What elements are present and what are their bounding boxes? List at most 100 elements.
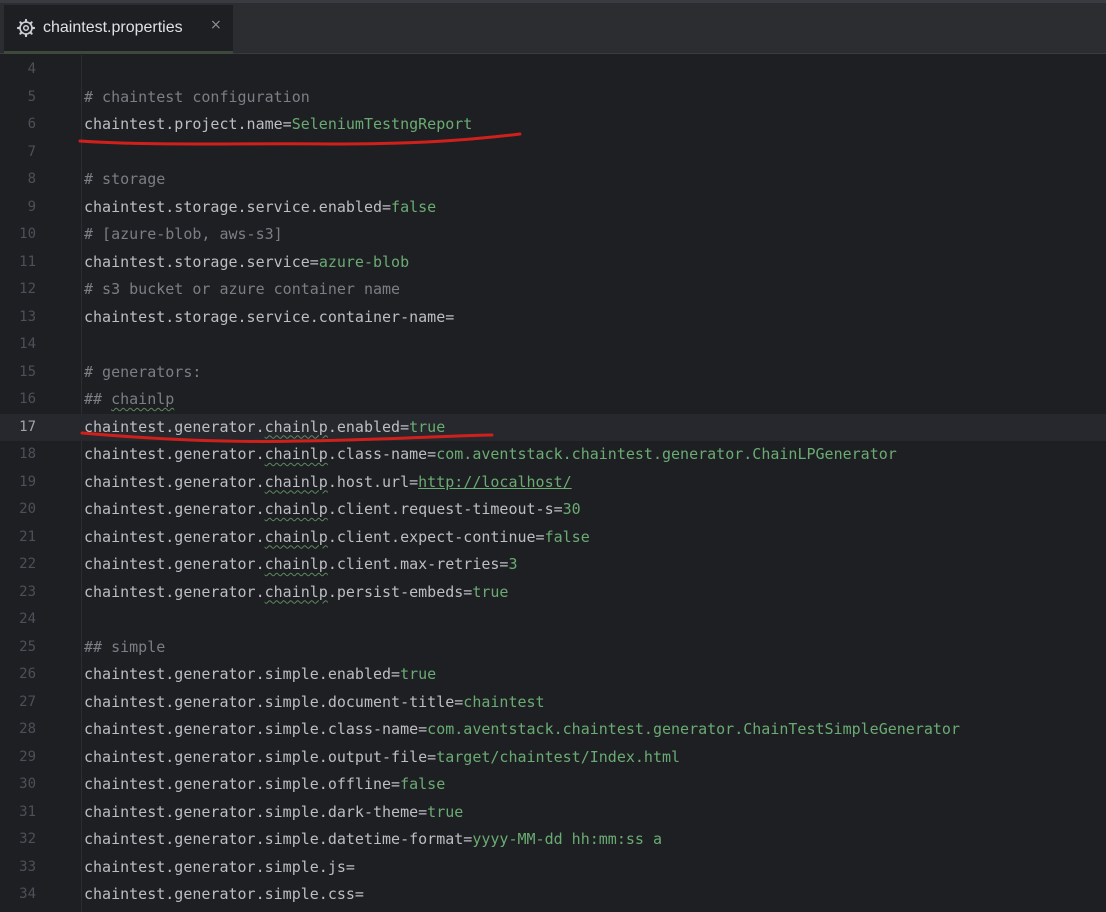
code-text: chaintest.generator.simple.enabled=true — [84, 661, 436, 689]
property-value: true — [472, 582, 509, 601]
code-line[interactable]: 6 chaintest.project.name=SeleniumTestngRe… — [0, 111, 1106, 139]
code-line[interactable]: 26 chaintest.generator.simple.enabled=tru… — [0, 661, 1106, 689]
comment-text: # s3 bucket or azure container name — [84, 280, 401, 298]
line-number: 29 — [19, 748, 36, 765]
comment-text: ## — [84, 390, 112, 408]
code-editor[interactable]: 4 5 # chaintest configuration 6 chaintest.pr… — [0, 55, 1106, 912]
property-key: chaintest.generator.simple.class-name= — [84, 720, 428, 738]
line-number: 18 — [19, 446, 36, 462]
property-key: chaintest.storage.service= — [84, 252, 319, 271]
code-line[interactable]: 14 — [0, 331, 1106, 359]
property-key: chaintest.storage.service.container-name… — [84, 307, 455, 326]
line-number: 15 — [19, 363, 36, 380]
line-number: 14 — [19, 336, 36, 352]
property-key: .client.request-timeout-s= — [327, 500, 563, 518]
property-key: chaintest.generator.simple.dark-theme= — [84, 802, 428, 821]
code-line[interactable]: 10 # [azure-blob, aws-s3] — [0, 221, 1106, 249]
property-value: azure-blob — [318, 252, 410, 271]
code-line[interactable]: 5 # chaintest configuration — [0, 84, 1106, 112]
property-key: .enabled= — [327, 417, 410, 436]
line-number: 12 — [19, 281, 36, 297]
property-value: SeleniumTestngReport — [291, 115, 473, 133]
editor-tab-bar: chaintest.properties × — [0, 3, 1106, 54]
line-number: 25 — [19, 638, 36, 655]
code-line[interactable]: 21 chaintest.generator.chainlp.client.exp… — [0, 524, 1106, 552]
code-text: # s3 bucket or azure container name — [84, 276, 400, 304]
property-key: chaintest.generator. — [84, 527, 265, 546]
line-number: 30 — [19, 776, 36, 792]
property-key: chaintest.generator.simple.enabled= — [84, 665, 401, 683]
code-line[interactable]: 16 ## chainlp — [0, 386, 1106, 414]
property-key: chaintest.generator.simple.output-file= — [84, 747, 437, 766]
line-number: 7 — [27, 143, 36, 160]
code-line[interactable]: 15 # generators: — [0, 359, 1106, 387]
property-key: chaintest.generator. — [84, 445, 265, 463]
line-number: 6 — [27, 116, 36, 132]
code-line[interactable]: 11 chaintest.storage.service=azure-blob — [0, 249, 1106, 277]
code-text: chaintest.generator.simple.class-name=co… — [84, 716, 960, 744]
close-tab-button[interactable]: × — [210, 17, 222, 33]
line-number: 28 — [19, 721, 36, 737]
code-text: chaintest.project.name=SeleniumTestngRep… — [84, 111, 472, 139]
spellcheck-word: chainlp — [264, 500, 328, 518]
code-text: chaintest.generator.simple.css= — [84, 881, 364, 909]
code-line[interactable]: 19 chaintest.generator.chainlp.host.url=h… — [0, 469, 1106, 497]
property-value: 3 — [508, 555, 518, 573]
property-key: chaintest.generator.simple.css= — [84, 885, 364, 903]
code-line[interactable]: 8 # storage — [0, 166, 1106, 194]
property-key: .host.url= — [327, 472, 419, 491]
code-line[interactable]: 4 — [0, 56, 1106, 84]
code-line[interactable]: 22 chaintest.generator.chainlp.client.max… — [0, 551, 1106, 579]
property-value: chaintest — [463, 692, 545, 711]
comment-text: # [azure-blob, aws-s3] — [84, 225, 283, 243]
code-line[interactable]: 29 chaintest.generator.simple.output-file… — [0, 744, 1106, 772]
line-number: 32 — [19, 831, 36, 847]
property-key: chaintest.project.name= — [84, 115, 292, 133]
property-key: .persist-embeds= — [327, 582, 473, 601]
code-line[interactable]: 9 chaintest.storage.service.enabled=false — [0, 194, 1106, 222]
code-line[interactable]: 33 chaintest.generator.simple.js= — [0, 854, 1106, 882]
code-line[interactable]: 12 # s3 bucket or azure container name — [0, 276, 1106, 304]
code-line[interactable]: 20 chaintest.generator.chainlp.client.req… — [0, 496, 1106, 524]
code-line[interactable]: 32 chaintest.generator.simple.datetime-fo… — [0, 826, 1106, 854]
property-key: chaintest.storage.service.enabled= — [84, 197, 392, 216]
line-number: 22 — [19, 556, 36, 572]
code-line[interactable]: 25 ## simple — [0, 634, 1106, 662]
code-text: ## chainlp — [84, 386, 174, 414]
code-line[interactable]: 23 chaintest.generator.chainlp.persist-em… — [0, 579, 1106, 607]
code-text: chaintest.generator.simple.output-file=t… — [84, 744, 680, 772]
spellcheck-word: chainlp — [264, 582, 328, 601]
property-key: .client.expect-continue= — [327, 527, 545, 546]
property-value-link: http://localhost/ — [418, 472, 572, 491]
property-key: chaintest.generator.simple.js= — [84, 857, 355, 876]
code-line[interactable]: 7 — [0, 139, 1106, 167]
code-line[interactable]: 28 chaintest.generator.simple.class-name=… — [0, 716, 1106, 744]
line-number: 4 — [27, 61, 36, 77]
property-value: false — [391, 197, 437, 216]
comment-text: ## simple — [84, 637, 166, 656]
line-number: 16 — [19, 391, 36, 407]
comment-text: # generators: — [84, 362, 202, 381]
line-number: 9 — [27, 198, 36, 215]
code-line[interactable]: 31 chaintest.generator.simple.dark-theme=… — [0, 799, 1106, 827]
tab-chaintest-properties[interactable]: chaintest.properties × — [4, 5, 233, 54]
code-text: chaintest.generator.chainlp.client.max-r… — [84, 551, 518, 579]
property-value: yyyy-MM-dd hh:mm:ss a — [472, 830, 662, 848]
line-number: 27 — [19, 693, 36, 710]
code-line[interactable]: 13 chaintest.storage.service.container-na… — [0, 304, 1106, 332]
code-line[interactable]: 34 chaintest.generator.simple.css= — [0, 881, 1106, 909]
code-text: chaintest.generator.simple.document-titl… — [84, 689, 545, 717]
code-line[interactable]: 17 chaintest.generator.chainlp.enabled=tr… — [0, 413, 1106, 441]
property-key: chaintest.generator.simple.document-titl… — [84, 692, 464, 711]
property-key: chaintest.generator. — [84, 472, 265, 491]
code-line[interactable]: 24 — [0, 606, 1106, 634]
code-text: chaintest.generator.simple.datetime-form… — [84, 826, 662, 854]
code-line[interactable]: 30 chaintest.generator.simple.offline=fal… — [0, 771, 1106, 799]
property-value: target/chaintest/Index.html — [436, 747, 681, 766]
property-value: false — [544, 527, 590, 546]
code-line[interactable]: 18 chaintest.generator.chainlp.class-name… — [0, 441, 1106, 469]
code-line[interactable]: 27 chaintest.generator.simple.document-ti… — [0, 689, 1106, 717]
line-number: 5 — [27, 88, 36, 105]
code-text: # storage — [84, 166, 165, 194]
code-text: chaintest.generator.simple.dark-theme=tr… — [84, 799, 463, 827]
